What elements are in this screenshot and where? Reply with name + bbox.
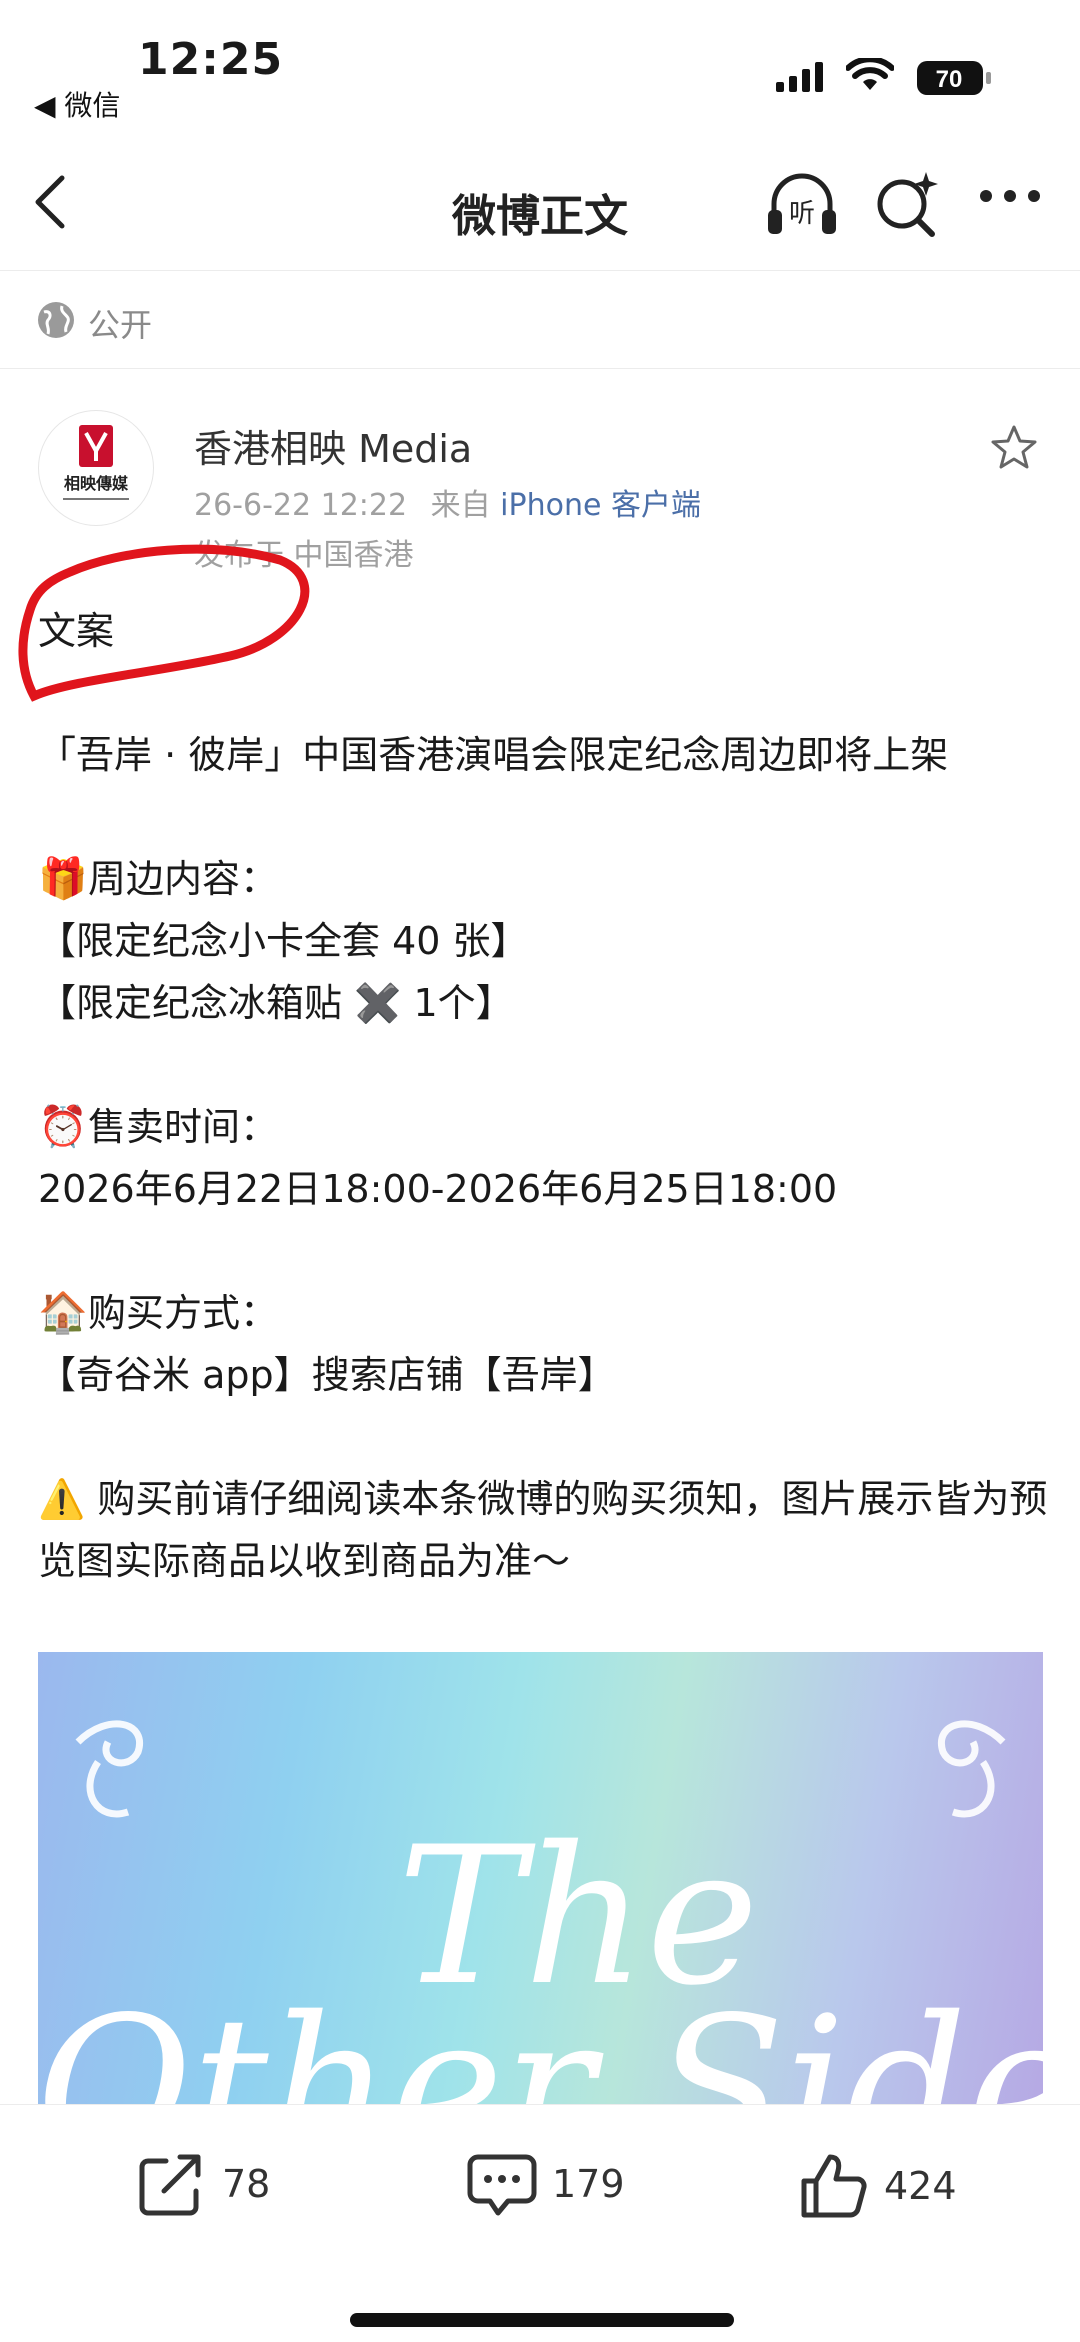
post-line: ⚠️ 购买前请仔细阅读本条微博的购买须知，图片展示皆为预览图实际商品以收到商品为… [38, 1477, 1048, 1583]
battery-level: 70 [936, 66, 963, 93]
post-line-with-emoji: ⏰售卖时间： [38, 1096, 1048, 1158]
status-time: 12:25 [138, 34, 284, 85]
like-count: 424 [884, 2164, 957, 2208]
navigation-bar: 微博正文 听 [0, 130, 1080, 271]
visibility-row: 公开 [0, 270, 1080, 369]
listen-headphones-icon[interactable]: 听 [764, 170, 840, 240]
house-icon: 🏠 [38, 1290, 88, 1336]
favorite-star-icon[interactable] [990, 424, 1038, 470]
avatar-logo-icon: 相映傳媒 [63, 425, 129, 500]
share-icon [139, 2154, 201, 2216]
status-bar: 12:25 ◀ 微信 70 [0, 0, 1080, 130]
source-device-link[interactable]: iPhone 客户端 [500, 488, 701, 523]
comment-icon [467, 2154, 537, 2216]
poster-image[interactable]: The Other Side [38, 1652, 1043, 2104]
comment-count: 179 [552, 2162, 625, 2206]
post-meta: 26-6-22 12:22 来自 iPhone 客户端 [194, 480, 701, 524]
bottom-action-bar: 78 179 424 [0, 2104, 1080, 2342]
post-line: 2026年6月22日18:00-2026年6月25日18:00 [38, 1167, 838, 1211]
post-line-with-emoji: 🎁周边内容： [38, 848, 1048, 910]
post-line-with-emoji: 🏠购买方式： [38, 1282, 1048, 1344]
ai-search-icon[interactable] [872, 170, 942, 240]
gift-icon: 🎁 [38, 856, 88, 902]
post-date: 26-6-22 12:22 [194, 488, 408, 523]
post-line: 【限定纪念冰箱贴 ✖️ 1个】 [38, 981, 514, 1025]
post-content: 文案 「吾岸 · 彼岸」中国香港演唱会限定纪念周边即将上架 🎁周边内容： 【限定… [38, 600, 1048, 1592]
post-line: 【限定纪念小卡全套 40 张】 [38, 919, 529, 963]
battery-icon: 70 [917, 61, 991, 95]
share-count: 78 [222, 2162, 271, 2206]
signal-icon [776, 62, 823, 92]
post-line: 【奇谷米 app】搜索店铺【吾岸】 [38, 1353, 616, 1397]
like-button[interactable]: 424 [798, 2151, 957, 2221]
poster-artwork: The Other Side [38, 1720, 1043, 2104]
thumbs-up-icon [801, 2154, 867, 2218]
wifi-icon [846, 58, 894, 90]
more-options-icon[interactable] [978, 188, 1042, 204]
comment-button[interactable]: 179 [466, 2151, 625, 2217]
source-prefix: 来自 [430, 488, 491, 523]
author-name[interactable]: 香港相映 Media [194, 418, 472, 473]
svg-text:相映傳媒: 相映傳媒 [64, 474, 129, 493]
red-circle-annotation [18, 544, 310, 702]
post-line: 「吾岸 · 彼岸」中国香港演唱会限定纪念周边即将上架 [38, 733, 949, 777]
visibility-label: 公开 [88, 306, 153, 344]
back-to-app-link[interactable]: ◀ 微信 [34, 84, 120, 124]
share-button[interactable]: 78 [136, 2151, 270, 2217]
home-indicator[interactable] [350, 2313, 734, 2327]
alarm-clock-icon: ⏰ [38, 1104, 88, 1150]
poster-title-line2: Other Side [38, 1976, 1043, 2104]
svg-text:听: 听 [789, 199, 815, 229]
author-avatar[interactable]: 相映傳媒 [38, 410, 154, 526]
globe-icon [38, 302, 74, 338]
